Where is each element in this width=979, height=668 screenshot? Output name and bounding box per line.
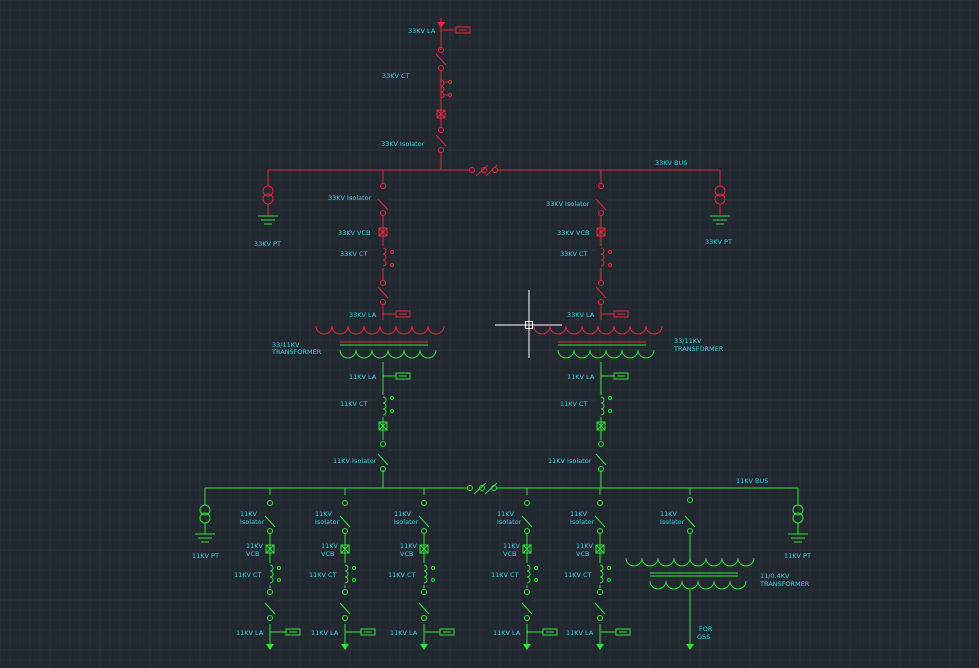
bus-33kv-label: 33KV BUS bbox=[655, 159, 687, 167]
pt-33kv-right-label: 33KV PT bbox=[705, 238, 732, 246]
pt-33kv-left bbox=[258, 170, 278, 225]
lt-iso-label-2: Isolator bbox=[660, 518, 685, 526]
feeder-ct-label: 11KV CT bbox=[491, 571, 519, 579]
incomer-ct-label: 33KV CT bbox=[382, 72, 410, 80]
feeder-vcb-label: 11KV bbox=[321, 542, 339, 550]
outgoing-feeder: 11KVIsolator11KVVCB11KV CT11KV LA bbox=[309, 488, 376, 650]
left-11-isolator-label: 11KV Isolator bbox=[333, 457, 377, 465]
right-11-la-label: 11KV LA bbox=[567, 373, 595, 381]
feeder-ct-label: 11KV CT bbox=[388, 571, 416, 579]
left-11-ct-label: 11KV CT bbox=[340, 400, 368, 408]
left-33-isolator-label: 33KV Isolator bbox=[328, 194, 372, 202]
feeder-vcb-label: VCB bbox=[246, 550, 259, 558]
feeder-la-label: 11KV LA bbox=[390, 629, 418, 637]
left-33-vcb-label: 33KV VCB bbox=[338, 229, 371, 237]
left-11-la-label: 11KV LA bbox=[349, 373, 377, 381]
tr-lt-label-2: TRANSFORMER bbox=[759, 580, 810, 588]
right-11-isolator-label: 11KV Isolator bbox=[548, 457, 592, 465]
feeder-ct-label: 11KV CT bbox=[309, 571, 337, 579]
tr-left-label-2: TRANSFORMER bbox=[271, 348, 322, 356]
feeder-isolator-label: 11KV bbox=[394, 510, 412, 518]
right-33-la-label: 33KV LA bbox=[567, 311, 595, 319]
feeder-ct-label: 11KV CT bbox=[234, 571, 262, 579]
right-33-ct-label: 33KV CT bbox=[560, 250, 588, 258]
feeder-la-label: 11KV LA bbox=[236, 629, 264, 637]
bus-33kv bbox=[268, 164, 720, 177]
feeder-vcb-label: VCB bbox=[400, 550, 413, 558]
feeder-isolator-label: 11KV bbox=[497, 510, 515, 518]
tr-lt-label-1: 11/0.4KV bbox=[760, 572, 790, 580]
single-line-diagram-canvas[interactable]: 33KV LA 33KV CT 33KV Isolator 33KV BUS 3… bbox=[0, 0, 979, 668]
feeder-isolator-label: Isolator bbox=[315, 518, 340, 526]
feeder-isolator-label: 11KV bbox=[240, 510, 258, 518]
feeder-isolator-label: Isolator bbox=[394, 518, 419, 526]
feeder-isolator-label: Isolator bbox=[570, 518, 595, 526]
feeder-la-label: 11KV LA bbox=[566, 629, 594, 637]
pt-11kv-left-label: 11KV PT bbox=[192, 552, 219, 560]
outgoing-feeder: 11KVIsolator11KVVCB11KV CT11KV LA bbox=[388, 488, 455, 650]
drawing-grid bbox=[0, 0, 979, 668]
pt-11kv-right bbox=[788, 488, 808, 543]
transformer-33-11-right bbox=[533, 325, 663, 359]
feeder-isolator-label: 11KV bbox=[315, 510, 333, 518]
incomer-33kv bbox=[435, 18, 471, 170]
feeder-vcb-label: VCB bbox=[576, 550, 589, 558]
feeder-vcb-label: VCB bbox=[503, 550, 516, 558]
pt-11kv-left bbox=[195, 488, 215, 543]
bus-11kv-label: 11KV BUS bbox=[736, 477, 768, 485]
feeder-vcb-label: 11KV bbox=[576, 542, 594, 550]
incomer-la-label: 33KV LA bbox=[408, 27, 436, 35]
bay-11kv-right bbox=[595, 362, 629, 488]
outgoing-feeder: 11KVIsolator11KVVCB11KV CT11KV LA bbox=[491, 488, 558, 650]
feeder-isolator-label: Isolator bbox=[240, 518, 265, 526]
feeder-ct-label: 11KV CT bbox=[564, 571, 592, 579]
for-gss-label-1: FOR bbox=[699, 625, 713, 633]
feeder-isolator-label: Isolator bbox=[497, 518, 522, 526]
feeder-la-label: 11KV LA bbox=[311, 629, 339, 637]
right-33-isolator-label: 33KV Isolator bbox=[546, 200, 590, 208]
bus-11kv bbox=[205, 482, 798, 495]
pt-33kv-left-label: 33KV PT bbox=[254, 240, 281, 248]
bay-33kv-left bbox=[377, 170, 411, 320]
feeder-vcb-label: 11KV bbox=[503, 542, 521, 550]
incomer-isolator-label: 33KV Isolator bbox=[381, 140, 425, 148]
tr-right-label-2: TRANSFORMER bbox=[673, 345, 724, 353]
feeder-isolator-label: 11KV bbox=[570, 510, 588, 518]
tr-right-label-1: 33/11KV bbox=[674, 337, 702, 345]
feeder-vcb-label: 11KV bbox=[400, 542, 418, 550]
bay-33kv-right bbox=[595, 170, 629, 320]
for-gss-label-2: GSS bbox=[697, 633, 710, 641]
right-11-ct-label: 11KV CT bbox=[560, 400, 588, 408]
feeder-vcb-label: VCB bbox=[321, 550, 334, 558]
pt-11kv-right-label: 11KV PT bbox=[784, 552, 811, 560]
right-33-vcb-label: 33KV VCB bbox=[557, 229, 590, 237]
feeder-la-label: 11KV LA bbox=[493, 629, 521, 637]
lt-iso-label-1: 11KV bbox=[660, 510, 678, 518]
feeder-vcb-label: 11KV bbox=[246, 542, 264, 550]
bay-11kv-left bbox=[377, 362, 411, 488]
left-33-ct-label: 33KV CT bbox=[340, 250, 368, 258]
feeder-group: 11KVIsolator11KVVCB11KV CT11KV LA11KVIso… bbox=[234, 488, 631, 650]
left-33-la-label: 33KV LA bbox=[349, 311, 377, 319]
